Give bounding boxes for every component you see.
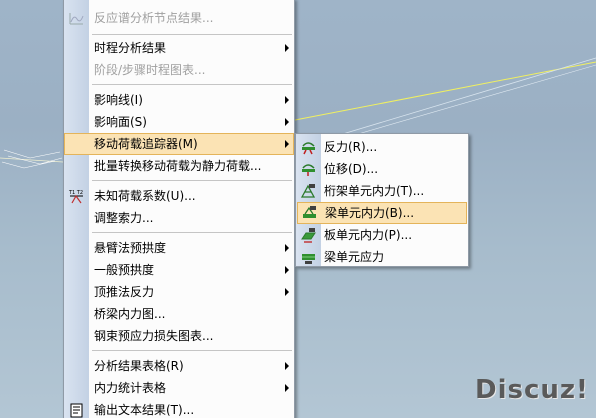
truss-force-icon bbox=[300, 183, 317, 199]
text-document-icon bbox=[68, 402, 85, 418]
submenu-item-displacement[interactable]: 位移(D)... bbox=[296, 158, 468, 180]
menu-item-result-tables[interactable]: 分析结果表格(R) bbox=[64, 355, 294, 377]
menu-item-label: 一般预拱度 bbox=[94, 263, 155, 277]
submenu-item-truss-element-force[interactable]: 桁架单元内力(T)... bbox=[296, 180, 468, 202]
menu-item-incremental-launch-reaction[interactable]: 顶推法反力 bbox=[64, 281, 294, 303]
menu-item-label: 时程分析结果 bbox=[94, 41, 167, 55]
menu-item-label: 桥梁内力图... bbox=[94, 307, 166, 321]
menu-item-bridge-force-diagram[interactable]: 桥梁内力图... bbox=[64, 303, 294, 325]
reaction-icon bbox=[300, 139, 317, 155]
menu-item-label: 移动荷载追踪器(M) bbox=[94, 137, 198, 151]
context-menu-results: 反应谱分析节点结果... 时程分析结果 阶段/步骤时程图表... 影响线(I) … bbox=[63, 0, 295, 418]
menu-separator bbox=[92, 34, 292, 35]
menu-item-time-history-results[interactable]: 时程分析结果 bbox=[64, 37, 294, 59]
menu-item-influence-line[interactable]: 影响线(I) bbox=[64, 89, 294, 111]
submenu-arrow-icon bbox=[285, 140, 289, 148]
menu-item-general-camber[interactable]: 一般预拱度 bbox=[64, 259, 294, 281]
submenu-item-beam-element-force[interactable]: 梁单元内力(B)... bbox=[297, 202, 467, 224]
menu-item-label: 钢束预应力损失图表... bbox=[94, 329, 214, 343]
menu-item-label: 反应谱分析节点结果... bbox=[94, 11, 214, 25]
menu-item-tendon-loss-chart[interactable]: 钢束预应力损失图表... bbox=[64, 325, 294, 347]
menu-item-label: 阶段/步骤时程图表... bbox=[94, 63, 206, 77]
plate-force-icon bbox=[300, 227, 317, 243]
menu-item-label: 悬臂法预拱度 bbox=[94, 241, 167, 255]
menu-item-label: 未知荷载系数(U)... bbox=[94, 189, 196, 203]
submenu-arrow-icon bbox=[285, 362, 289, 370]
menu-item-label: 影响线(I) bbox=[94, 93, 143, 107]
menu-item-label: 梁单元应力 bbox=[324, 250, 385, 264]
menu-item-label: 反力(R)... bbox=[324, 140, 378, 154]
spectrum-graph-icon bbox=[68, 10, 85, 26]
moving-load-tracer-submenu: 反力(R)... 位移(D)... 桁架单元内力(T)... 梁单元内力(B).… bbox=[295, 133, 469, 267]
menu-item-label: 板单元内力(P)... bbox=[324, 228, 413, 242]
menu-item-label: 调整索力... bbox=[94, 211, 154, 225]
menu-item-stage-time-history-chart[interactable]: 阶段/步骤时程图表... bbox=[64, 59, 294, 81]
svg-text:T1 T2: T1 T2 bbox=[68, 190, 83, 196]
menu-item-label: 批量转换移动荷载为静力荷载... bbox=[94, 159, 262, 173]
menu-item-label: 影响面(S) bbox=[94, 115, 147, 129]
submenu-arrow-icon bbox=[285, 288, 289, 296]
menu-item-unknown-load-factor[interactable]: T1 T2 未知荷载系数(U)... bbox=[64, 185, 294, 207]
submenu-arrow-icon bbox=[285, 244, 289, 252]
submenu-arrow-icon bbox=[285, 96, 289, 104]
menu-item-moving-load-tracer[interactable]: 移动荷载追踪器(M) bbox=[64, 133, 294, 155]
submenu-arrow-icon bbox=[285, 266, 289, 274]
menu-item-cantilever-camber[interactable]: 悬臂法预拱度 bbox=[64, 237, 294, 259]
displacement-icon bbox=[300, 161, 317, 177]
menu-item-force-statistics-tables[interactable]: 内力统计表格 bbox=[64, 377, 294, 399]
menu-item-label: 顶推法反力 bbox=[94, 285, 155, 299]
submenu-arrow-icon bbox=[285, 118, 289, 126]
menu-separator bbox=[92, 232, 292, 233]
menu-item-batch-convert-moving-load[interactable]: 批量转换移动荷载为静力荷载... bbox=[64, 155, 294, 177]
menu-item-adjust-cable-force[interactable]: 调整索力... bbox=[64, 207, 294, 229]
submenu-item-reaction[interactable]: 反力(R)... bbox=[296, 136, 468, 158]
menu-item-label: 分析结果表格(R) bbox=[94, 359, 184, 373]
menu-separator bbox=[92, 350, 292, 351]
menu-item-spectrum-node-results[interactable]: 反应谱分析节点结果... bbox=[64, 7, 294, 29]
submenu-item-beam-element-stress[interactable]: 梁单元应力 bbox=[296, 246, 468, 268]
submenu-arrow-icon bbox=[285, 44, 289, 52]
beam-stress-icon bbox=[300, 249, 317, 265]
beam-line-yellow bbox=[294, 61, 596, 121]
watermark-logo: Discuz! bbox=[475, 375, 589, 405]
menu-item-label: 输出文本结果(T)... bbox=[94, 403, 195, 417]
menu-item-influence-surface[interactable]: 影响面(S) bbox=[64, 111, 294, 133]
menu-item-label: 桁架单元内力(T)... bbox=[324, 184, 425, 198]
menu-separator bbox=[92, 84, 292, 85]
menu-item-label: 梁单元内力(B)... bbox=[325, 206, 415, 220]
submenu-arrow-icon bbox=[285, 384, 289, 392]
submenu-item-plate-element-force[interactable]: 板单元内力(P)... bbox=[296, 224, 468, 246]
menu-separator bbox=[92, 180, 292, 181]
menu-item-label: 内力统计表格 bbox=[94, 381, 167, 395]
menu-item-output-text-results[interactable]: 输出文本结果(T)... bbox=[64, 399, 294, 418]
unknown-load-factor-icon: T1 T2 bbox=[68, 188, 85, 204]
beam-force-icon bbox=[301, 205, 318, 221]
menu-item-label: 位移(D)... bbox=[324, 162, 379, 176]
